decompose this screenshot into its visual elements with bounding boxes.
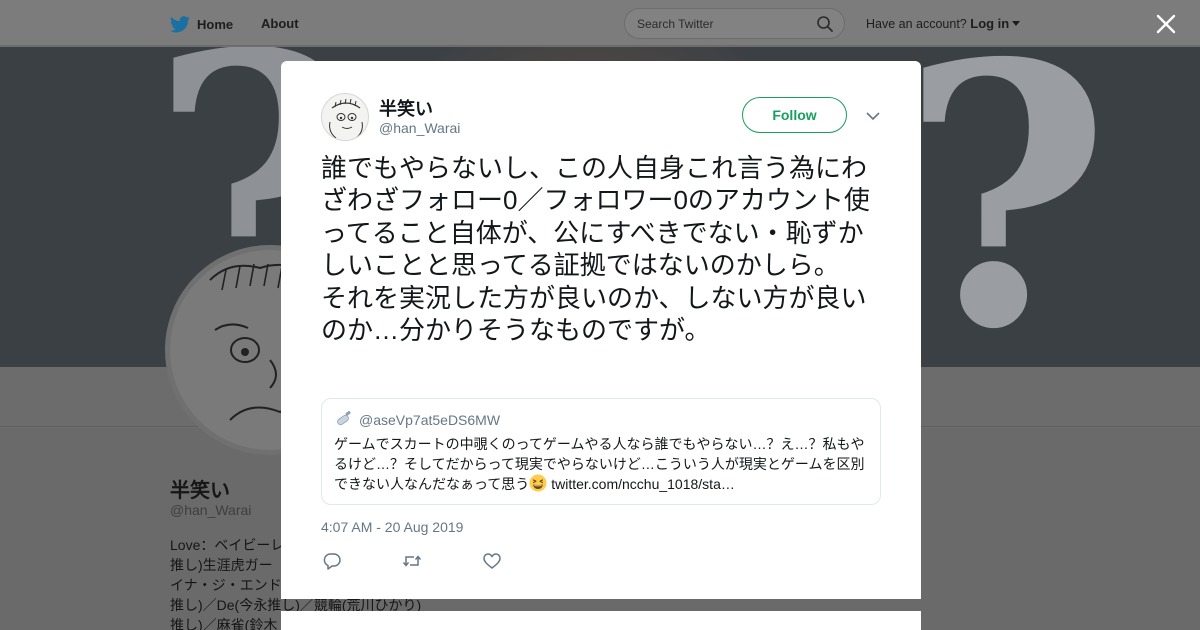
- quoted-tweet-header: @aseVp7at5eDS6MW: [334, 411, 500, 429]
- profile-name: 半笑い: [170, 480, 230, 502]
- tweet-author-handle[interactable]: @han_Warai: [379, 120, 460, 136]
- tweet-author-name[interactable]: 半笑い: [379, 95, 433, 121]
- search-input[interactable]: Search Twitter: [624, 8, 845, 39]
- like-icon[interactable]: [481, 550, 503, 572]
- quoted-tweet[interactable]: @aseVp7at5eDS6MW ゲームでスカートの中覗くのってゲームやる人なら…: [321, 398, 881, 505]
- close-icon[interactable]: [1155, 13, 1177, 35]
- nav-home-label: Home: [197, 16, 234, 32]
- tweet-timestamp[interactable]: 4:07 AM - 20 Aug 2019: [321, 519, 463, 535]
- banner-question-mark-right: ?: [900, 47, 1111, 367]
- author-avatar-drawing: [329, 98, 363, 139]
- chevron-down-icon: [1012, 21, 1021, 26]
- tweet-author-avatar[interactable]: [321, 93, 369, 141]
- quoted-tweet-text: ゲームでスカートの中覗くのってゲームやる人なら誰でもやらない…？え…？私もやるけ…: [334, 434, 870, 494]
- grinning-squinting-face-icon: [529, 474, 547, 492]
- chevron-down-icon[interactable]: [866, 111, 880, 121]
- modal-lower-panel: [281, 611, 921, 630]
- profile-bio-line: Love：ベイビーレ: [170, 537, 285, 553]
- quoted-tweet-handle: @aseVp7at5eDS6MW: [359, 412, 501, 428]
- account-prompt: Have an account?: [866, 17, 967, 31]
- profile-bio-line: イナ・ジ・エンド: [170, 577, 282, 593]
- tweet-text: 誰でもやらないし、この人自身これ言う為にわざわざフォロー0／フォロワー0のアカウ…: [321, 153, 870, 346]
- top-navigation-bar: Home About Search Twitter Have an accoun…: [0, 0, 1200, 46]
- quoted-tweet-link[interactable]: twitter.com/ncchu_1018/sta…: [551, 476, 735, 492]
- search-placeholder: Search Twitter: [637, 17, 714, 31]
- follow-button[interactable]: Follow: [742, 97, 847, 133]
- profile-bio-line: 推し)生涯虎ガー: [170, 557, 273, 573]
- reply-icon[interactable]: [321, 550, 343, 572]
- quoted-author-avatar-icon: [337, 411, 351, 426]
- nav-home-link[interactable]: Home: [170, 13, 233, 35]
- search-icon[interactable]: [816, 15, 834, 33]
- profile-bio-line: 推し)／麻雀(鈴木: [170, 617, 278, 630]
- retweet-icon[interactable]: [401, 550, 423, 572]
- tweet-modal: 半笑い @han_Warai Follow 誰でもやらないし、この人自身これ言う…: [281, 61, 921, 599]
- profile-handle: @han_Warai: [170, 502, 252, 518]
- nav-about-link[interactable]: About: [261, 16, 299, 31]
- account-menu[interactable]: Have an account? Log in: [866, 16, 1021, 31]
- login-link[interactable]: Log in: [970, 16, 1009, 31]
- twitter-bird-icon: [170, 15, 190, 32]
